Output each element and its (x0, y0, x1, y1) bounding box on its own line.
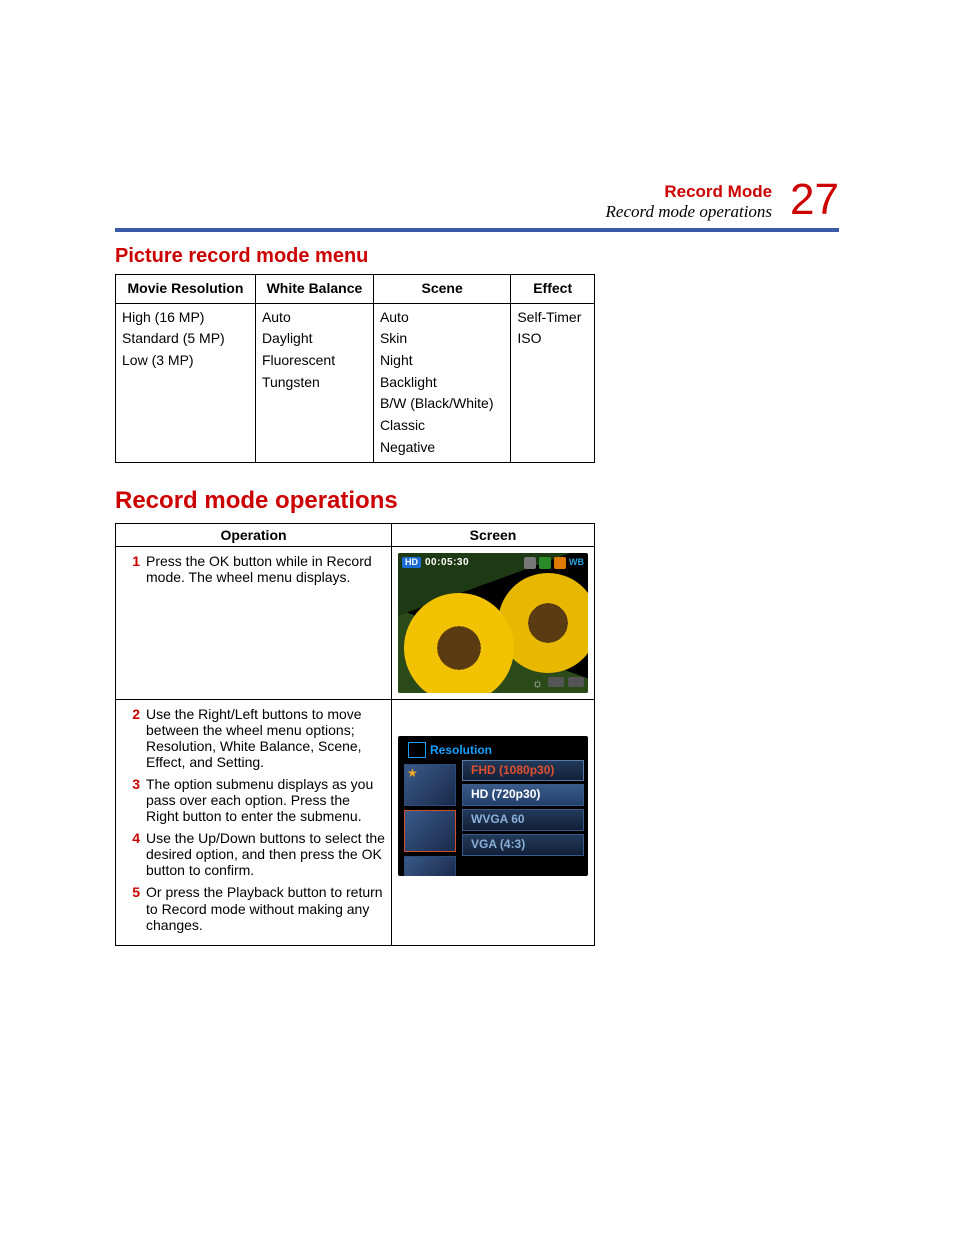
step-row: 5 Or press the Playback button to return… (122, 884, 385, 932)
operations-table: Operation Screen 1 Press the OK button w… (115, 523, 595, 946)
step-number: 2 (122, 706, 146, 770)
resolution-option: WVGA 60 (462, 809, 584, 831)
step-row: 3 The option submenu displays as you pas… (122, 776, 385, 824)
page-header: Record Mode Record mode operations 27 (115, 178, 839, 232)
folder-icon (408, 742, 426, 758)
step-row: 2 Use the Right/Left buttons to move bet… (122, 706, 385, 770)
resolution-title: Resolution (430, 744, 492, 758)
step-text: Press the OK button while in Record mode… (146, 553, 385, 585)
menu-cell: Self-Timer ISO (511, 303, 595, 462)
thumb-icon (404, 856, 456, 876)
resolution-option: FHD (1080p30) (462, 760, 584, 782)
col-header: Effect (511, 275, 595, 304)
camera-preview-screen: HD 00:05:30 WB ☼ (398, 553, 588, 693)
step-text: The option submenu displays as you pass … (146, 776, 385, 824)
col-header: Movie Resolution (116, 275, 256, 304)
resolution-menu-screen: Resolution ★ FHD (1080p30) HD (720p30) W… (398, 736, 588, 876)
step-number: 5 (122, 884, 146, 932)
operation-cell: 1 Press the OK button while in Record mo… (116, 546, 392, 699)
screen-cell: HD 00:05:30 WB ☼ (392, 546, 595, 699)
picture-menu-table: Movie Resolution White Balance Scene Eff… (115, 274, 595, 463)
menu-cell: Auto Daylight Fluorescent Tungsten (255, 303, 373, 462)
battery-icon (568, 677, 584, 687)
section-subtitle: Record mode operations (606, 203, 773, 222)
menu-cell: Auto Skin Night Backlight B/W (Black/Whi… (373, 303, 510, 462)
step-row: 1 Press the OK button while in Record mo… (122, 553, 385, 585)
osd-icon (524, 557, 536, 569)
screen-cell: Resolution ★ FHD (1080p30) HD (720p30) W… (392, 699, 595, 945)
step-text: Use the Right/Left buttons to move betwe… (146, 706, 385, 770)
thumb-icon: ★ (404, 764, 456, 806)
menu-cell: High (16 MP) Standard (5 MP) Low (3 MP) (116, 303, 256, 462)
macro-icon (554, 557, 566, 569)
resolution-option: HD (720p30) (462, 784, 584, 806)
col-header: Operation (116, 523, 392, 546)
resolution-option: VGA (4:3) (462, 834, 584, 856)
col-header: White Balance (255, 275, 373, 304)
step-number: 1 (122, 553, 146, 585)
thumb-icon (404, 810, 456, 852)
step-number: 4 (122, 830, 146, 878)
wb-icon: WB (569, 557, 584, 567)
col-header: Scene (373, 275, 510, 304)
sd-card-icon (548, 677, 564, 687)
header-rule (115, 228, 839, 232)
brightness-icon: ☼ (532, 677, 544, 689)
step-text: Or press the Playback button to return t… (146, 884, 385, 932)
step-text: Use the Up/Down buttons to select the de… (146, 830, 385, 878)
col-header: Screen (392, 523, 595, 546)
osd-icon (539, 557, 551, 569)
picture-menu-heading: Picture record mode menu (115, 245, 839, 268)
timecode-text: 00:05:30 (425, 557, 469, 569)
step-number: 3 (122, 776, 146, 824)
hd-badge-icon: HD (402, 557, 421, 567)
star-icon: ★ (407, 767, 418, 781)
step-row: 4 Use the Up/Down buttons to select the … (122, 830, 385, 878)
page-number: 27 (790, 178, 839, 222)
operation-cell: 2 Use the Right/Left buttons to move bet… (116, 699, 392, 945)
chapter-title: Record Mode (606, 183, 773, 202)
operations-heading: Record mode operations (115, 487, 839, 515)
